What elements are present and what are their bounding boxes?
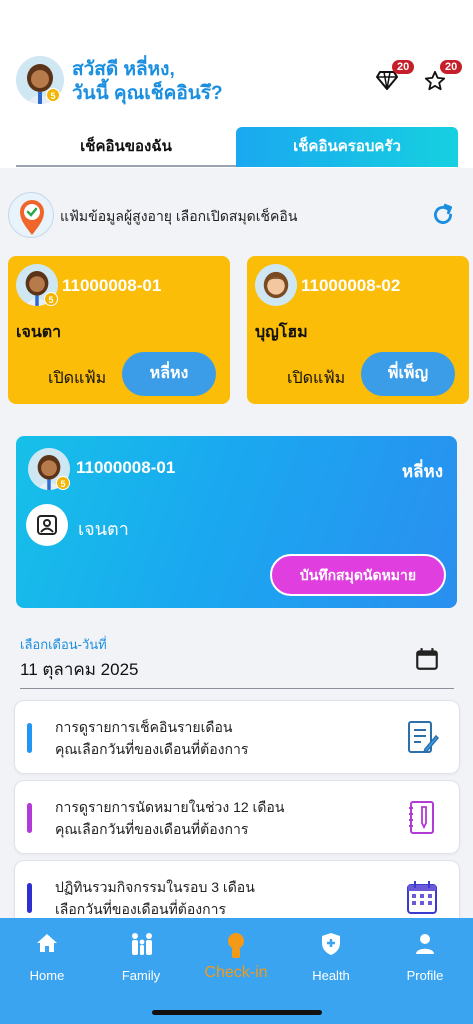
- bottom-navigation: Home Family Check-in Health Profile: [0, 918, 473, 1024]
- selected-elderly-card: 5 11000008-01 หลี่หง เจนตา บันทึกสมุดนัด…: [16, 436, 457, 608]
- location-check-icon: [8, 192, 54, 238]
- card-1-level-badge: 5: [44, 292, 58, 306]
- checkin-tabs: เช็คอินของฉัน เช็คอินครอบครัว: [16, 127, 458, 167]
- item-subtitle: คุณเลือกวันที่ของเดือนที่ต้องการ: [55, 821, 249, 837]
- profile-icon: [416, 934, 434, 954]
- nav-profile-label: Profile: [406, 968, 444, 983]
- star-counter[interactable]: 20: [424, 60, 464, 92]
- date-picker-label: เลือกเดือน-วันที่: [20, 637, 107, 652]
- nav-checkin-label: Check-in: [204, 964, 268, 981]
- nav-checkin[interactable]: Check-in: [189, 926, 283, 986]
- list-item[interactable]: การดูรายการนัดหมายในช่วง 12 เดือน คุณเลื…: [14, 780, 460, 854]
- card-1-open-button[interactable]: หลี่หง: [122, 352, 216, 396]
- item-subtitle: คุณเลือกวันที่ของเดือนที่ต้องการ: [55, 741, 249, 757]
- date-picker-value[interactable]: 11 ตุลาคม 2025: [20, 656, 139, 683]
- record-appointment-button[interactable]: บันทึกสมุดนัดหมาย: [270, 554, 446, 596]
- item-color-bar: [27, 883, 32, 913]
- nav-family-label: Family: [121, 968, 161, 983]
- card-2-id: 11000008-02: [301, 276, 401, 295]
- tab-family-checkin[interactable]: เช็คอินครอบครัว: [236, 127, 458, 167]
- nav-health-label: Health: [312, 968, 350, 983]
- card-2-open-label: เปิดแฟ้ม: [287, 370, 346, 387]
- item-color-bar: [27, 723, 32, 753]
- item-color-bar: [27, 803, 32, 833]
- selected-level-badge: 5: [56, 476, 70, 490]
- diamond-counter[interactable]: 20: [376, 60, 416, 92]
- item-title: การดูรายการนัดหมายในช่วง 12 เดือน: [55, 799, 285, 815]
- selected-owner: หลี่หง: [401, 462, 443, 481]
- elderly-avatar-2: [255, 264, 297, 306]
- star-count-badge: 20: [440, 60, 463, 74]
- notepad-pen-icon: [408, 721, 439, 754]
- avatar-level-badge: 5: [46, 88, 60, 102]
- elderly-file-row: แฟ้มข้อมูลผู้สูงอายุ เลือกเปิดสมุดเช็คอิ…: [8, 192, 466, 238]
- nav-profile[interactable]: Profile: [378, 926, 472, 986]
- greeting-line2: วันนี้ คุณเช็คอินรึ?: [72, 83, 223, 104]
- elderly-file-text: แฟ้มข้อมูลผู้สูงอายุ เลือกเปิดสมุดเช็คอิ…: [60, 208, 298, 224]
- notebook-icon: [409, 801, 434, 834]
- card-1-name: เจนตา: [16, 324, 62, 341]
- date-picker-underline: [20, 688, 454, 689]
- home-indicator: [152, 1010, 322, 1015]
- checkin-person-icon: [228, 933, 244, 958]
- selected-name: เจนตา: [78, 519, 129, 539]
- nav-home-label: Home: [29, 968, 65, 983]
- calendar-icon[interactable]: [414, 646, 440, 672]
- refresh-icon[interactable]: [430, 202, 456, 228]
- elderly-card-1[interactable]: 5 11000008-01 เจนตา เปิดแฟ้ม หลี่หง: [8, 256, 230, 404]
- nav-home[interactable]: Home: [0, 926, 94, 986]
- card-1-id: 11000008-01: [62, 276, 162, 295]
- star-icon: [424, 70, 446, 91]
- item-title: ปฏิทินรวมกิจกรรมในรอบ 3 เดือน: [55, 879, 255, 895]
- elderly-card-2[interactable]: 11000008-02 บุญโฮม เปิดแฟ้ม พี่เพ็ญ: [247, 256, 469, 404]
- nav-health[interactable]: Health: [284, 926, 378, 986]
- family-icon: [132, 933, 152, 955]
- card-2-name: บุญโฮม: [255, 324, 308, 341]
- woman-avatar-icon: [255, 264, 297, 306]
- greeting-line1: สวัสดี หลี่หง,: [72, 59, 175, 80]
- card-1-open-label: เปิดแฟ้ม: [48, 370, 107, 387]
- tab-my-checkin[interactable]: เช็คอินของฉัน: [16, 127, 236, 167]
- list-item[interactable]: การดูรายการเช็คอินรายเดือน คุณเลือกวันที…: [14, 700, 460, 774]
- health-shield-icon: [322, 933, 340, 955]
- nav-family[interactable]: Family: [94, 926, 188, 986]
- home-icon: [37, 934, 57, 952]
- greeting: สวัสดี หลี่หง, วันนี้ คุณเช็คอินรึ?: [72, 58, 223, 106]
- item-title: การดูรายการเช็คอินรายเดือน: [55, 719, 233, 735]
- card-2-open-button[interactable]: พี่เพ็ญ: [361, 352, 455, 396]
- calendar-grid-icon: [407, 881, 437, 914]
- diamond-count-badge: 20: [392, 60, 415, 74]
- selected-id: 11000008-01: [76, 458, 176, 477]
- person-frame-icon: [26, 504, 68, 546]
